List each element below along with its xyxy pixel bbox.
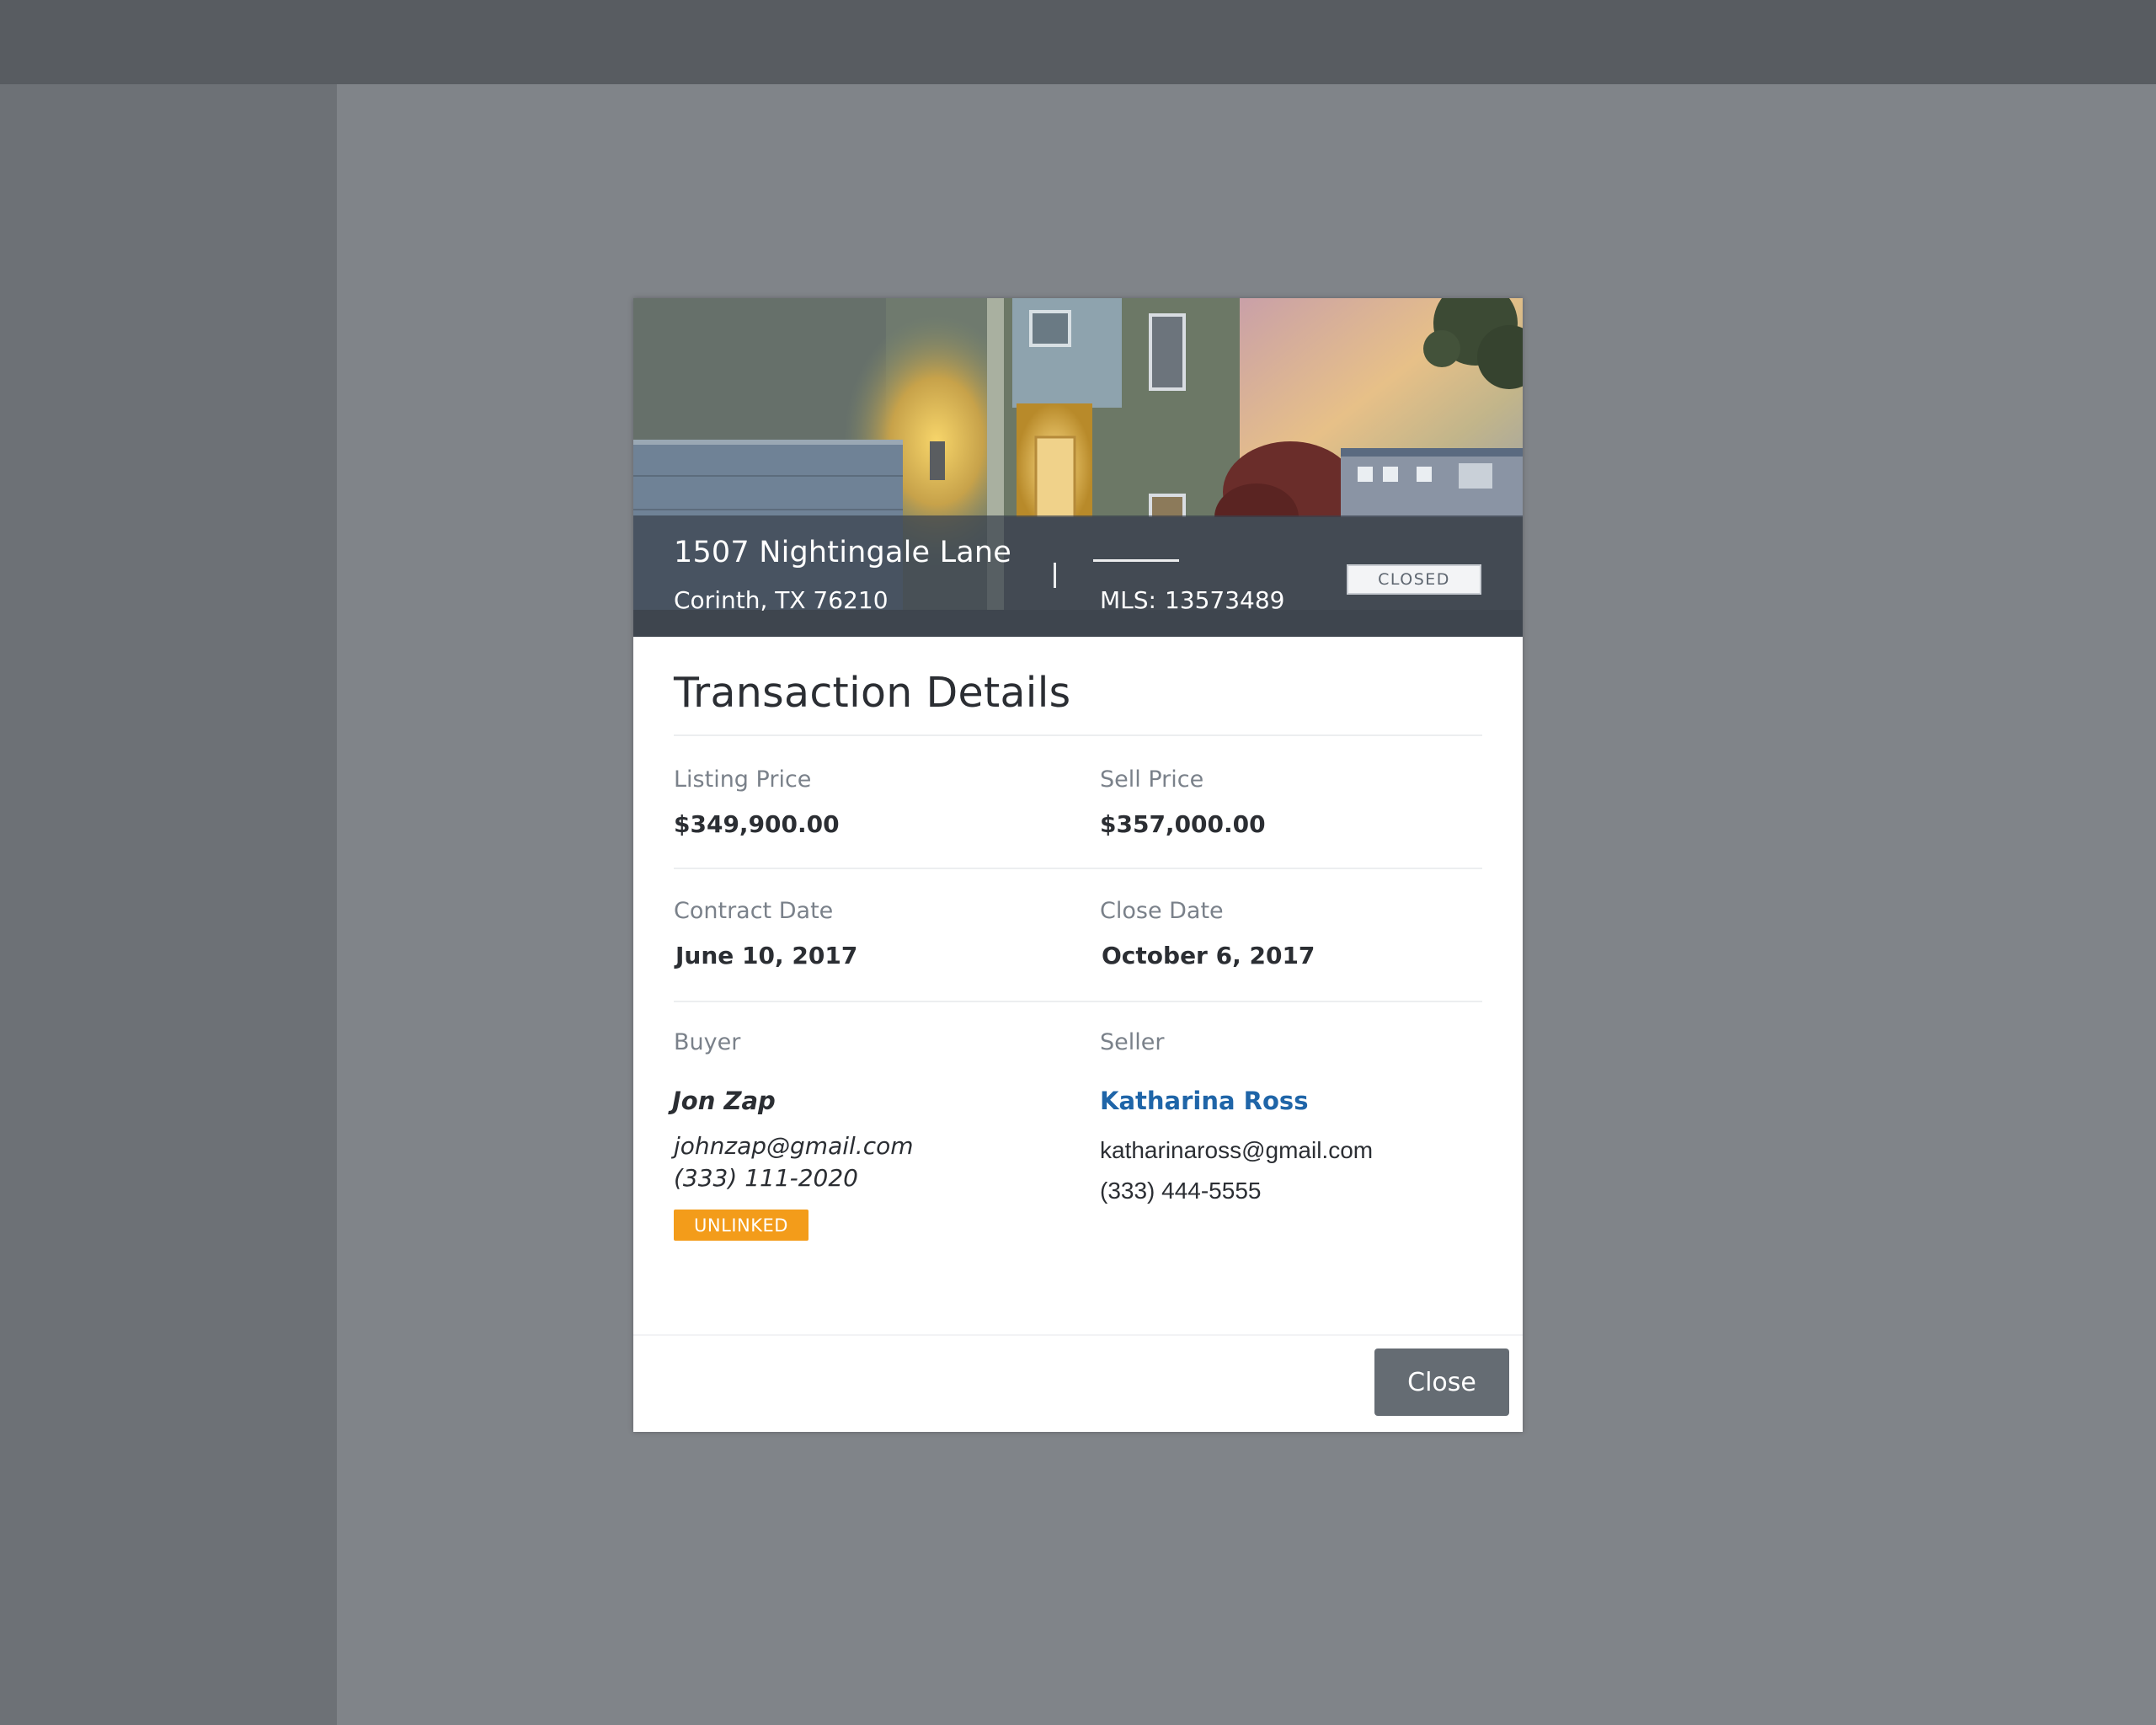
divider [674,868,1482,869]
property-street: 1507 Nightingale Lane [674,536,1012,569]
footer-divider [633,1334,1523,1336]
mls-number: MLS: 13573489 [1100,586,1284,614]
unlinked-badge: UNLINKED [674,1210,808,1241]
seller-email: katharinaross@gmail.com [1100,1137,1374,1163]
seller-name-link[interactable]: Katharina Ross [1100,1087,1308,1115]
listing-price-label: Listing Price [674,766,812,793]
status-badge: CLOSED [1347,564,1481,595]
property-hero: 1507 Nightingale Lane Corinth, TX 76210 … [633,298,1523,637]
buyer-email: johnzap@gmail.com [674,1132,914,1160]
mls-label: MLS: [1100,586,1156,614]
buyer-name: Jon Zap [672,1087,776,1115]
contract-date-label: Contract Date [674,898,834,924]
close-date-label: Close Date [1100,898,1224,924]
app-top-bar [0,0,2156,84]
transaction-details-modal: 1507 Nightingale Lane Corinth, TX 76210 … [633,298,1523,1432]
contract-date-value: June 10, 2017 [675,942,858,969]
sell-price-label: Sell Price [1100,766,1204,793]
property-city: Corinth, TX 76210 [674,586,889,614]
sell-price-value: $357,000.00 [1100,810,1266,838]
seller-label: Seller [1100,1029,1165,1055]
details-title: Transaction Details [674,669,1071,717]
close-date-value: October 6, 2017 [1102,942,1315,969]
seller-phone: (333) 444-5555 [1100,1178,1262,1204]
buyer-label: Buyer [674,1029,741,1055]
decorative-line [1054,563,1056,588]
divider [674,1001,1482,1002]
listing-price-value: $349,900.00 [674,810,840,838]
close-button[interactable]: Close [1374,1348,1509,1416]
buyer-phone: (333) 111-2020 [674,1164,858,1192]
app-sidebar-dimmed [0,84,337,1725]
decorative-line [1093,559,1179,562]
mls-value: 13573489 [1164,586,1285,614]
divider [674,734,1482,736]
